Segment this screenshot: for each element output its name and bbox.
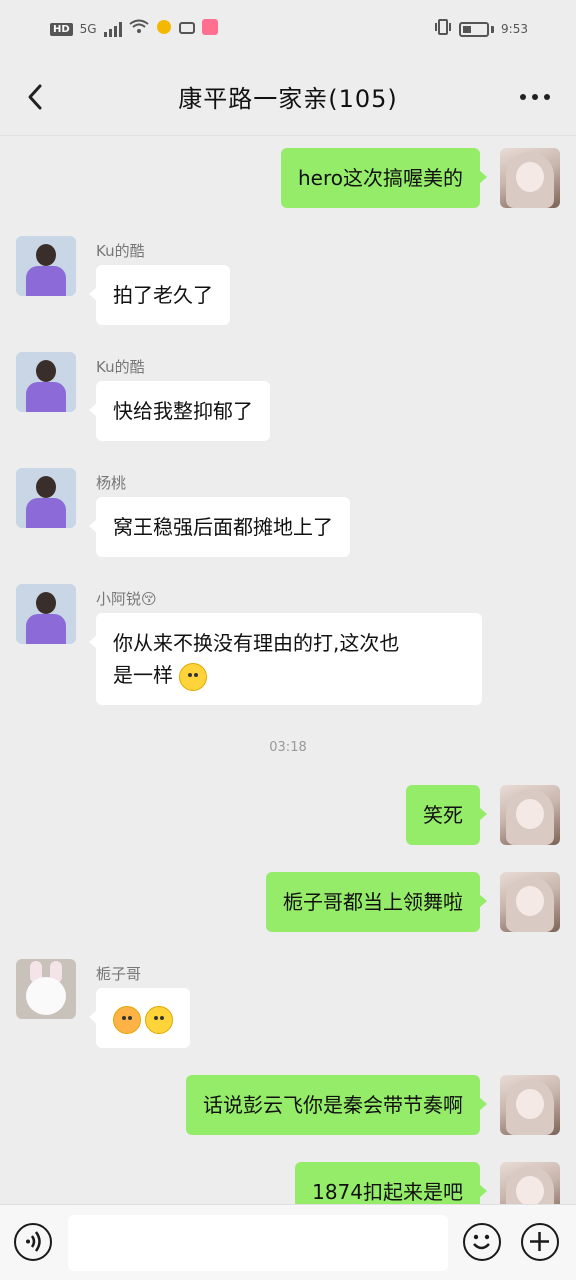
- message-bubble-incoming[interactable]: 快给我整抑郁了: [89, 381, 270, 441]
- my-avatar[interactable]: [500, 872, 560, 932]
- title-bar: 康平路一家亲(105): [0, 58, 576, 136]
- message-bubble-outgoing[interactable]: 栀子哥都当上领舞啦: [266, 872, 487, 932]
- message-text-line: 是一样: [113, 659, 465, 691]
- my-avatar[interactable]: [500, 148, 560, 208]
- message-bubble-outgoing[interactable]: 笑死: [406, 785, 487, 845]
- sender-avatar[interactable]: [16, 584, 76, 644]
- angry-emoji-icon: [113, 1005, 141, 1034]
- message-bubble-outgoing[interactable]: 1874扣起来是吧: [295, 1162, 487, 1204]
- message-input[interactable]: [68, 1215, 448, 1271]
- message-bubble-outgoing[interactable]: hero这次搞喔美的: [281, 148, 487, 208]
- status-bar: HD 5G 9:53: [0, 0, 576, 58]
- sender-avatar[interactable]: [16, 236, 76, 296]
- app-icon: [201, 19, 218, 39]
- message-bubble-incoming[interactable]: 窝王稳强后面都摊地上了: [89, 497, 350, 557]
- network-type: 5G: [79, 22, 97, 36]
- status-left: HD 5G: [50, 19, 218, 39]
- app-notification-icon: [156, 19, 172, 39]
- message-bubble-incoming[interactable]: [89, 988, 190, 1048]
- more-options-icon[interactable]: [520, 94, 550, 100]
- timestamp: 03:18: [269, 740, 307, 755]
- sender-avatar[interactable]: [16, 352, 76, 412]
- smile-emoji-icon: [179, 662, 208, 691]
- my-avatar[interactable]: [500, 1075, 560, 1135]
- signal-icon: [103, 21, 122, 37]
- my-avatar[interactable]: [500, 1162, 560, 1204]
- clock: 9:53: [501, 22, 528, 36]
- message-list[interactable]: hero这次搞喔美的 Ku的酷 拍了老久了 Ku的酷 快给我整抑郁了 杨桃 窝王…: [0, 136, 576, 1204]
- blush-smile-emoji-icon: [145, 1005, 173, 1034]
- sender-avatar[interactable]: [16, 959, 76, 1019]
- sender-name: 杨桃: [96, 474, 127, 492]
- message-bubble-incoming[interactable]: 你从来不换没有理由的打,这次也 是一样: [89, 613, 482, 705]
- hd-badge: HD: [50, 22, 73, 36]
- vibrate-icon: [434, 19, 452, 39]
- my-avatar[interactable]: [500, 785, 560, 845]
- tv-icon: [178, 19, 195, 39]
- message-bubble-incoming[interactable]: 拍了老久了: [89, 265, 230, 325]
- sender-name: 小阿锐😚: [96, 590, 157, 608]
- sender-name: 栀子哥: [96, 965, 142, 983]
- voice-input-icon[interactable]: [14, 1223, 52, 1261]
- battery-icon: [459, 21, 490, 37]
- sender-name: Ku的酷: [96, 358, 145, 376]
- message-text-line: 你从来不换没有理由的打,这次也: [113, 631, 400, 655]
- wifi-icon: [128, 19, 149, 39]
- input-bar: [0, 1204, 576, 1280]
- status-right: 9:53: [434, 19, 528, 39]
- plus-icon[interactable]: [521, 1223, 559, 1261]
- back-arrow-icon[interactable]: [22, 82, 52, 112]
- sender-avatar[interactable]: [16, 468, 76, 528]
- sender-name: Ku的酷: [96, 242, 145, 260]
- chat-title: 康平路一家亲(105): [178, 85, 398, 113]
- emoji-picker-icon[interactable]: [463, 1223, 501, 1261]
- message-bubble-outgoing[interactable]: 话说彭云飞你是秦会带节奏啊: [186, 1075, 487, 1135]
